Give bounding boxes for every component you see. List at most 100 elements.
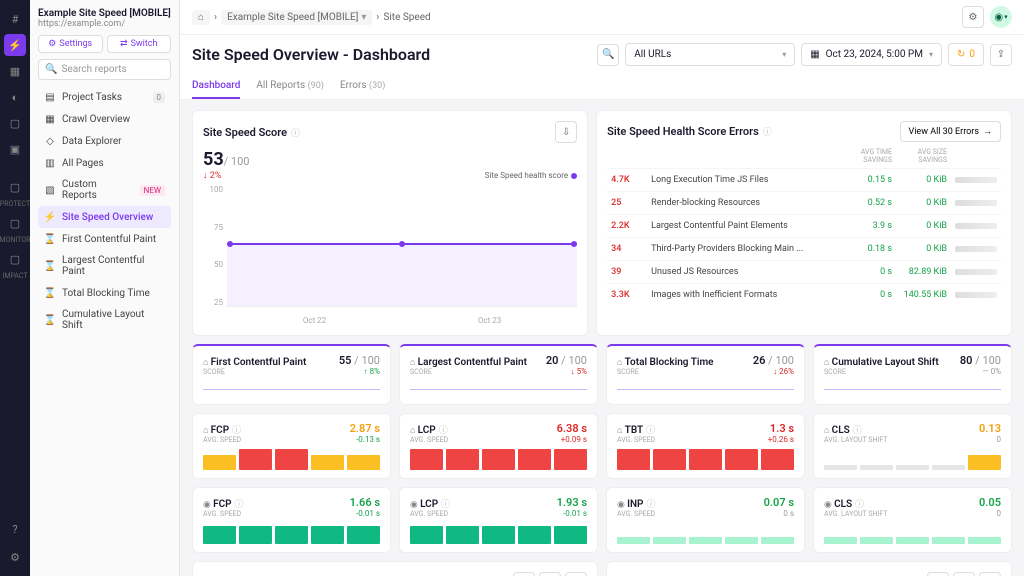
- chevron-down-icon: ▾: [782, 50, 786, 59]
- sidebar-item-all-pages[interactable]: ▥All Pages: [38, 152, 171, 174]
- sidebar-item-icon: ▧: [44, 184, 56, 196]
- breadcrumb-project[interactable]: Example Site Speed [MOBILE] ▾: [221, 10, 372, 25]
- rail-impact-icon[interactable]: ▢: [4, 248, 26, 270]
- rail-hash-icon[interactable]: #: [4, 8, 26, 30]
- info-icon[interactable]: ⓘ: [235, 500, 244, 510]
- tab-errors[interactable]: Errors (30): [340, 74, 385, 99]
- metric-card[interactable]: ◉ INP ⓘAVG. SPEED0.07 s0 s: [606, 487, 805, 553]
- rail-grid-icon[interactable]: ▦: [4, 60, 26, 82]
- info-icon[interactable]: ⓘ: [855, 500, 864, 510]
- metric-icon: ⌂: [410, 426, 418, 436]
- download-button[interactable]: ⇩: [979, 572, 1001, 576]
- sidebar-item-site-speed-overview[interactable]: ⚡Site Speed Overview: [38, 206, 171, 228]
- rail-settings-icon[interactable]: ⚙: [4, 546, 26, 568]
- tab-dashboard[interactable]: Dashboard: [192, 74, 240, 99]
- expand-button[interactable]: ⛶: [513, 572, 535, 576]
- metric-card[interactable]: ◉ LCP ⓘAVG. SPEED1.93 s-0.01 s: [399, 487, 598, 553]
- info-icon[interactable]: ⓘ: [232, 426, 241, 436]
- rail-gauge-icon[interactable]: ◐: [4, 86, 26, 108]
- sidebar-item-first-contentful-paint[interactable]: ⌛First Contentful Paint: [38, 228, 171, 250]
- metric-card[interactable]: ◉ CLS ⓘAVG. LAYOUT SHIFT0.050: [813, 487, 1012, 553]
- metric-card[interactable]: ⌂ Largest Contentful PaintSCORE20 / 100↓…: [399, 344, 598, 405]
- metric-card[interactable]: ◉ FCP ⓘAVG. SPEED1.66 s-0.01 s: [192, 487, 391, 553]
- sidebar-item-crawl-overview[interactable]: ▦ Crawl Overview: [38, 108, 171, 130]
- view-all-errors-button[interactable]: View All 30 Errors→: [900, 121, 1001, 142]
- metric-card[interactable]: ⌂ FCP ⓘAVG. SPEED2.87 s-0.13 s: [192, 413, 391, 479]
- topbar: ⌂ › Example Site Speed [MOBILE] ▾ › Site…: [180, 0, 1024, 35]
- breadcrumb-home[interactable]: ⌂: [192, 10, 210, 25]
- sidebar-item-total-blocking-time[interactable]: ⌛Total Blocking Time: [38, 282, 171, 304]
- sidebar-item-icon: ▦: [44, 113, 56, 125]
- sidebar-item-icon: ▤: [44, 91, 56, 103]
- metric-icon: ◉: [617, 500, 627, 510]
- metric-card[interactable]: ⌂ TBT ⓘAVG. SPEED1.3 s+0.26 s: [606, 413, 805, 479]
- user-avatar[interactable]: ◉▾: [990, 6, 1012, 28]
- error-row[interactable]: 3.3KImages with Inefficient Formats0 s14…: [607, 283, 1001, 306]
- rail-monitor-icon[interactable]: ▢: [4, 212, 26, 234]
- rail-protect-icon[interactable]: ▢: [4, 176, 26, 198]
- settings-button[interactable]: ⚙: [539, 572, 561, 576]
- search-button[interactable]: 🔍: [597, 44, 619, 66]
- settings-button[interactable]: ⚙Settings: [38, 35, 103, 53]
- error-row[interactable]: 39Unused JS Resources0 s82.89 KiB: [607, 260, 1001, 283]
- score-value: 53: [203, 149, 224, 170]
- info-icon[interactable]: ⓘ: [291, 126, 300, 139]
- error-row[interactable]: 4.7KLong Execution Time JS Files0.15 s0 …: [607, 168, 1001, 191]
- sidebar-item-data-explorer[interactable]: ◇Data Explorer: [38, 130, 171, 152]
- sidebar-item-cumulative-layout-shift[interactable]: ⌛Cumulative Layout Shift: [38, 304, 171, 336]
- card-title: Site Speed Health Score Errors: [607, 125, 759, 138]
- metric-card[interactable]: ⌂ LCP ⓘAVG. SPEED6.38 s+0.09 s: [399, 413, 598, 479]
- project-title: Example Site Speed [MOBILE]: [38, 8, 171, 19]
- chevron-down-icon: ▾: [361, 12, 366, 23]
- share-button[interactable]: ⇪: [990, 44, 1012, 66]
- metric-card[interactable]: ⌂ Cumulative Layout ShiftSCORE80 / 100— …: [813, 344, 1012, 405]
- sidebar-item-custom-reports[interactable]: ▧Custom ReportsNEW: [38, 174, 171, 206]
- sidebar-item-label: Total Blocking Time: [62, 288, 150, 299]
- rail-help-icon[interactable]: ?: [4, 518, 26, 540]
- error-row[interactable]: 34Third-Party Providers Blocking Main ..…: [607, 237, 1001, 260]
- sidebar-item-label: Project Tasks: [62, 92, 122, 103]
- rail-impact-label: IMPACT: [2, 272, 27, 280]
- sidebar-item-label: Crawl Overview: [62, 114, 130, 125]
- date-filter-dropdown[interactable]: ▦Oct 23, 2024, 5:00 PM▾: [801, 43, 942, 66]
- sidebar-item-label: Largest Contentful Paint: [62, 255, 165, 277]
- speedometer-icon: ⌂: [824, 358, 832, 368]
- switch-button[interactable]: ⇄Switch: [107, 35, 172, 53]
- settings-button[interactable]: ⚙: [953, 572, 975, 576]
- info-icon[interactable]: ⓘ: [646, 500, 655, 510]
- settings-top-button[interactable]: ⚙: [962, 6, 984, 28]
- nav-rail: # ⚡ ▦ ◐ ▢ ▣ ▢ PROTECT ▢ MONITOR ▢ IMPACT…: [0, 0, 30, 576]
- chart-legend: Site Speed health score: [485, 171, 577, 180]
- rail-bolt-icon[interactable]: ⚡: [4, 34, 26, 56]
- sidebar-item-largest-contentful-paint[interactable]: ⌛Largest Contentful Paint: [38, 250, 171, 282]
- project-url: https://example.com/: [38, 19, 171, 29]
- speedometer-icon: ⌂: [617, 358, 625, 368]
- metric-card[interactable]: ⌂ Total Blocking TimeSCORE26 / 100↓ 26%: [606, 344, 805, 405]
- search-input[interactable]: 🔍Search reports: [38, 59, 171, 80]
- rail-doc-icon[interactable]: ▢: [4, 112, 26, 134]
- info-icon[interactable]: ⓘ: [853, 426, 862, 436]
- info-icon[interactable]: ⓘ: [441, 500, 450, 510]
- error-row[interactable]: 2.2KLargest Contentful Paint Elements3.9…: [607, 214, 1001, 237]
- metric-card[interactable]: ⌂ First Contentful PaintSCORE55 / 100↑ 8…: [192, 344, 391, 405]
- breadcrumb-section[interactable]: Site Speed: [383, 12, 430, 23]
- rail-clip-icon[interactable]: ▣: [4, 138, 26, 160]
- tab-all-reports[interactable]: All Reports (90): [256, 74, 324, 99]
- sidebar-item-icon: ⚡: [44, 211, 56, 223]
- rail-protect-label: PROTECT: [0, 200, 30, 208]
- url-filter-dropdown[interactable]: All URLs▾: [625, 43, 795, 66]
- download-button[interactable]: ⇩: [565, 572, 587, 576]
- sidebar-item-project-tasks[interactable]: ▤Project Tasks0: [38, 86, 171, 108]
- expand-button[interactable]: ⛶: [927, 572, 949, 576]
- gear-icon: ⚙: [48, 39, 56, 49]
- sidebar-item-icon: ⌛: [44, 314, 56, 326]
- info-icon[interactable]: ⓘ: [439, 426, 448, 436]
- swap-icon: ⇄: [120, 39, 128, 49]
- refresh-button[interactable]: ↻0: [948, 43, 984, 66]
- metric-card[interactable]: ⌂ CLS ⓘAVG. LAYOUT SHIFT0.130: [813, 413, 1012, 479]
- info-icon[interactable]: ⓘ: [646, 426, 655, 436]
- download-button[interactable]: ⇩: [555, 121, 577, 143]
- info-icon[interactable]: ⓘ: [763, 125, 772, 138]
- sidebar-badge: NEW: [140, 185, 165, 196]
- error-row[interactable]: 25Render-blocking Resources0.52 s0 KiB: [607, 191, 1001, 214]
